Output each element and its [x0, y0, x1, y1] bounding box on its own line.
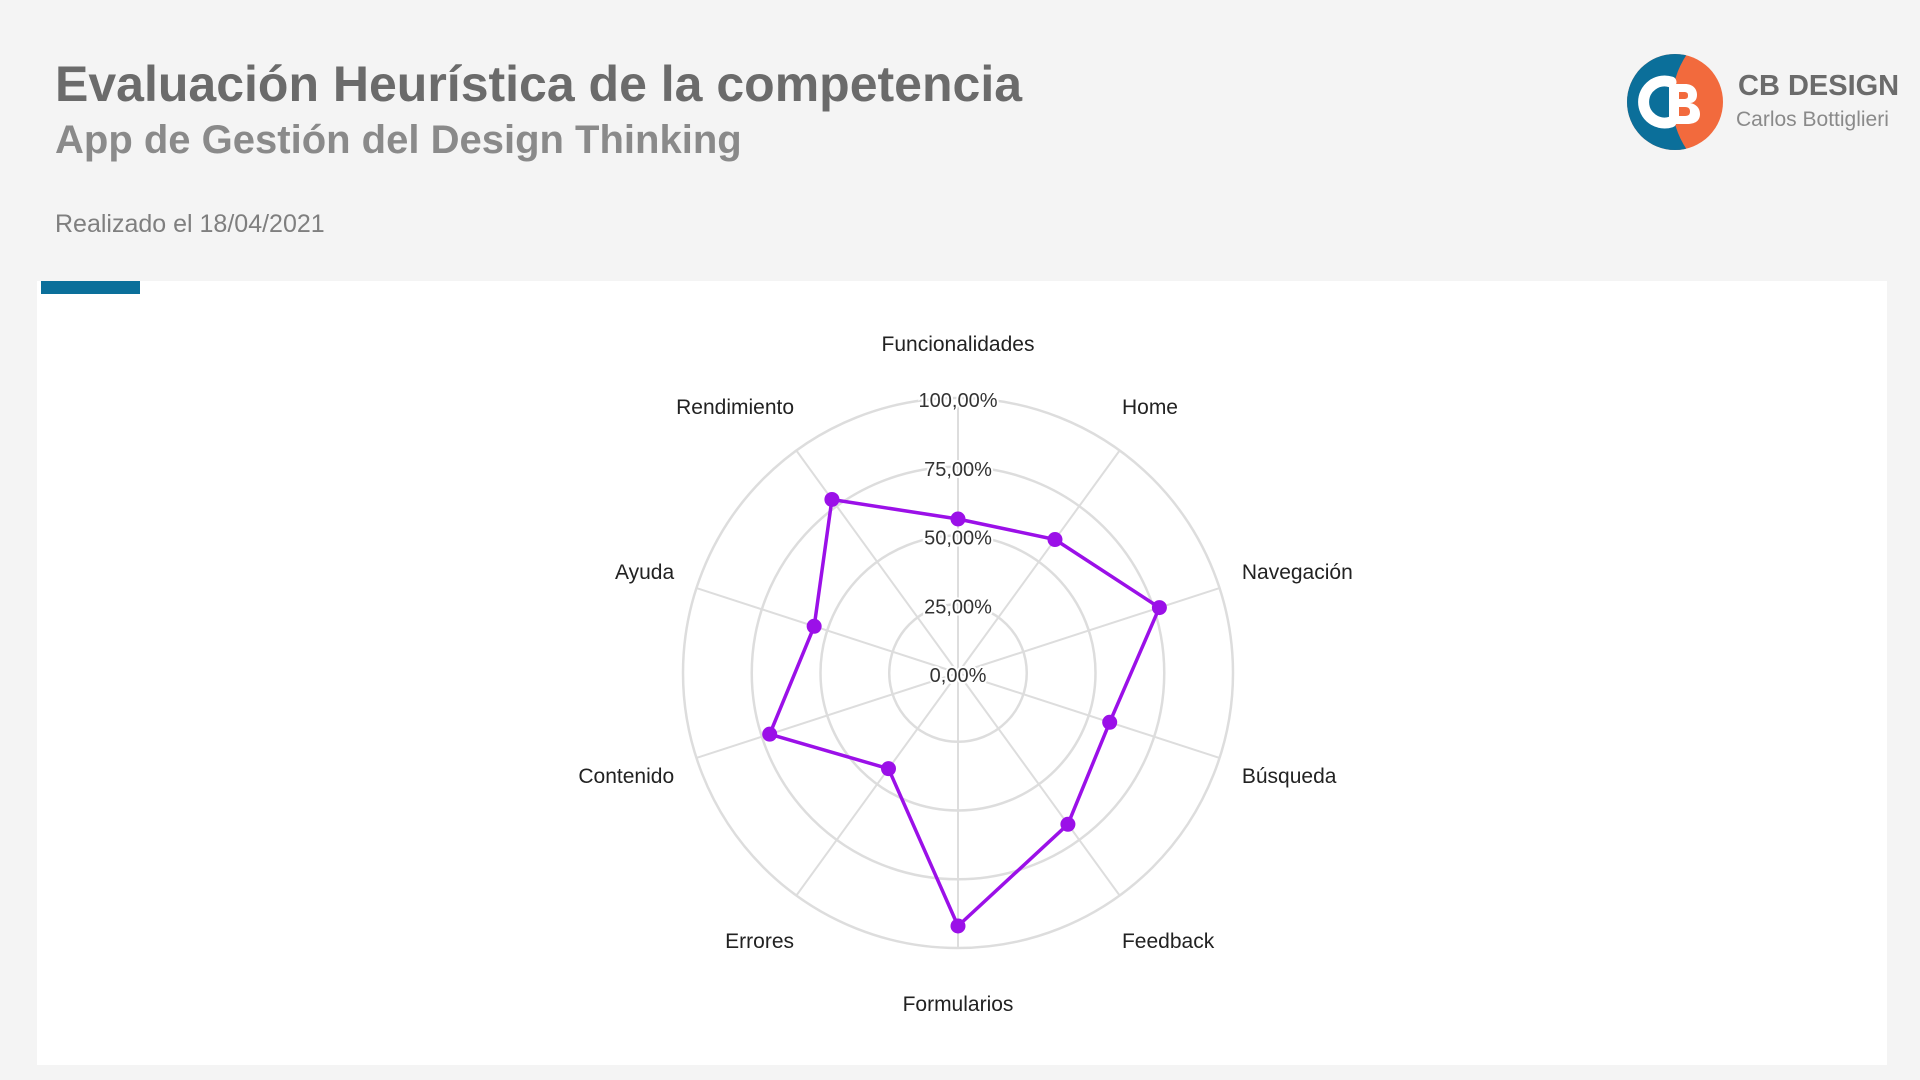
category-label: Formularios: [903, 993, 1014, 1016]
page-subtitle: App de Gestión del Design Thinking: [55, 118, 742, 162]
data-point: [880, 761, 896, 777]
brand-name: CB DESIGN: [1738, 70, 1900, 102]
tick-label: 50,00%: [924, 528, 992, 550]
brand-author: Carlos Bottiglieri: [1736, 108, 1889, 131]
category-label: Feedback: [1122, 930, 1215, 953]
tick-label: 25,00%: [924, 596, 992, 618]
report-date: Realizado el 18/04/2021: [55, 210, 325, 238]
data-point: [950, 511, 966, 527]
category-label: Home: [1122, 396, 1178, 419]
data-point: [950, 918, 966, 934]
tick-label: 0,00%: [930, 665, 987, 687]
category-label: Navegación: [1242, 561, 1353, 584]
page-title: Evaluación Heurística de la competencia: [55, 56, 1023, 112]
category-label: Rendimiento: [676, 396, 794, 419]
grid-spoke: [696, 587, 959, 674]
category-label: Búsqueda: [1242, 765, 1337, 788]
tick-label: 75,00%: [924, 459, 992, 481]
category-label: Contenido: [578, 765, 674, 788]
data-point: [806, 618, 822, 634]
data-point: [1060, 816, 1076, 832]
data-point: [1047, 532, 1063, 548]
grid-spoke: [957, 587, 1220, 674]
grid-spoke: [957, 672, 1220, 759]
data-point: [1102, 714, 1118, 730]
data-point: [824, 491, 840, 507]
radar-chart: 0,00% 25,00% 50,00% 75,00% 100,00% Funcionali…: [578, 333, 1353, 1016]
category-label: Errores: [725, 930, 794, 953]
series-line: [767, 497, 1162, 928]
data-point: [1151, 600, 1167, 616]
cb-logo-icon: [1627, 54, 1723, 150]
category-label: Ayuda: [615, 561, 674, 584]
tick-label: 100,00%: [919, 390, 998, 412]
grid-spoke: [696, 672, 959, 759]
data-point: [762, 726, 778, 742]
category-label: Funcionalidades: [882, 333, 1035, 356]
